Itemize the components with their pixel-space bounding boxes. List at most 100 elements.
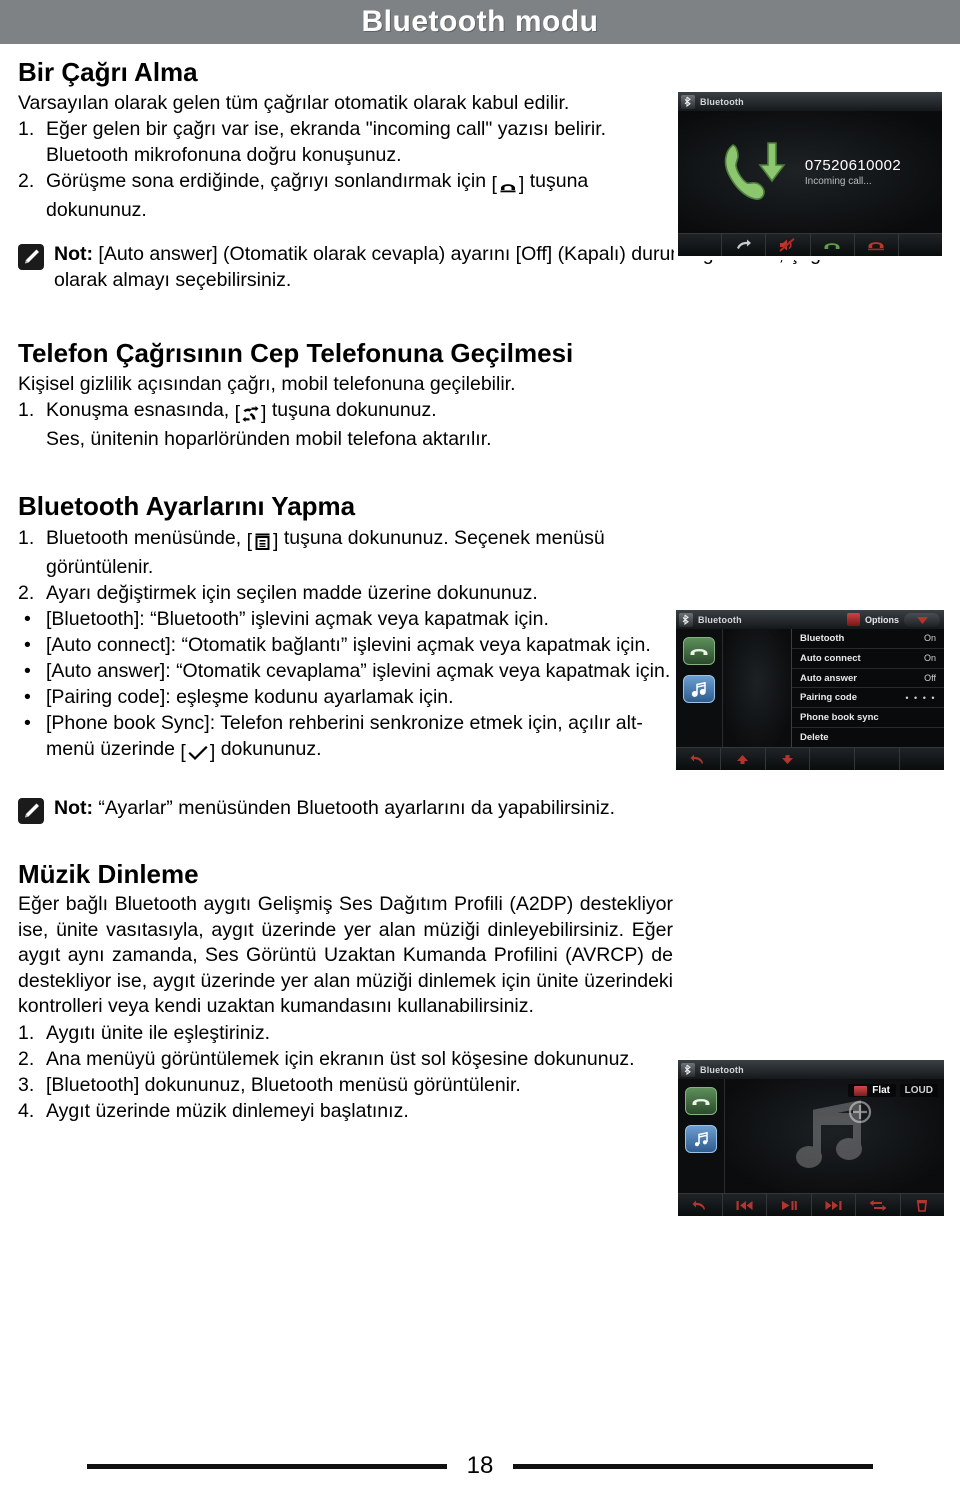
incoming-call-bottom-bar [678,233,942,256]
incoming-call-main: 07520610002 Incoming call... [678,111,942,233]
page-footer: 18 [0,1452,960,1480]
phone-icon[interactable] [683,637,715,665]
step-marker: 1. [18,399,35,422]
step-marker: 1. [18,526,35,549]
equalizer-chip[interactable]: Flat [848,1084,896,1097]
bottom-cell-empty [855,748,901,770]
back-icon[interactable] [678,1194,723,1216]
screen-sidebar [676,629,723,747]
transfer-call-intro: Kişisel gizlilik açısından çağrı, mobil … [18,372,516,395]
transfer-call-step-1-continued: Ses, ünitenin hoparlöründen mobil telefo… [18,426,673,452]
screenshot-incoming-call: Bluetooth 07520610002 Incoming call... [674,88,946,260]
option-label: Pairing code [800,692,858,704]
footer-rule-right [513,1463,873,1469]
heading-music: Müzik Dinleme [18,858,199,889]
device-screen-options: Bluetooth Options Bluetooth On Auto conn… [676,610,944,770]
step-text: Eğer gelen bir çağrı var ise, ekranda "i… [46,118,607,167]
option-row-phone-book-sync[interactable]: Phone book sync [792,708,944,729]
bluetooth-icon [679,612,693,627]
option-value: On [923,633,936,644]
heading-transfer-call: Telefon Çağrısının Cep Telefonuna Geçilm… [18,338,574,369]
bullet-marker: • [24,607,31,630]
inline-icon-wrapper: [] [234,402,267,425]
option-value: • • • • [905,692,936,703]
options-list: Bluetooth On Auto connect On Auto answer… [791,629,944,747]
section-music: Müzik Dinleme Eğer bağlı Bluetooth aygıt… [18,860,673,1124]
heading-bluetooth-settings: Bluetooth Ayarlarını Yapma [18,491,356,522]
page-header-band: Bluetooth modu [0,0,960,44]
bullet-text: [Pairing code]: eşleşme kodunu ayarlamak… [46,685,454,708]
screenshot-options-menu: Bluetooth Options Bluetooth On Auto conn… [672,606,948,774]
screen-title: Bluetooth [700,1064,744,1075]
note-block-2: Not: “Ayarlar” menüsünden Bluetooth ayar… [18,795,948,824]
screen-title: Bluetooth [698,614,742,625]
screenshot-music-player: Bluetooth Flat LOUD [674,1056,948,1220]
bullet-marker: • [24,633,31,656]
music-step-3: 3. [Bluetooth] dokununuz, Bluetooth menü… [18,1072,673,1098]
option-label: Auto connect [800,652,861,664]
play-pause-icon[interactable] [767,1194,812,1216]
step-text: Ayarı değiştirmek için seçilen madde üze… [46,581,538,604]
bt-settings-bullet-phone-book-sync: • [Phone book Sync]: Telefon rehberini s… [18,710,673,765]
next-track-icon[interactable] [812,1194,856,1216]
transfer-icon[interactable] [722,234,767,256]
options-main: Bluetooth On Auto connect On Auto answer… [676,629,944,747]
music-note-icon[interactable] [685,1125,717,1153]
bluetooth-icon [681,1062,695,1077]
music-main: Flat LOUD [678,1079,944,1193]
option-row-delete[interactable]: Delete [792,728,944,747]
phone-icon[interactable] [685,1087,717,1115]
answer-call-icon[interactable] [811,234,855,256]
back-icon[interactable] [676,748,721,770]
bt-settings-bullet-auto-connect: • [Auto connect]: “Otomatik bağlantı” iş… [18,632,673,658]
step-marker: 2. [18,581,35,604]
music-note-icon[interactable] [683,675,715,703]
step-text: Görüşme sona erdiğinde, çağrıyı sonlandı… [46,168,673,223]
option-row-auto-connect[interactable]: Auto connect On [792,649,944,669]
bt-settings-step-1: 1. Bluetooth menüsünde, [] tuşuna dokunu… [18,525,673,580]
receiving-call-step-2: 2. Görüşme sona erdiğinde, çağrıyı sonla… [18,168,673,223]
step-marker: 3. [18,1073,35,1096]
equalizer-label: Flat [872,1085,890,1096]
checkmark-icon [188,745,208,760]
option-row-auto-answer[interactable]: Auto answer Off [792,669,944,689]
delete-icon[interactable] [901,1194,945,1216]
bullet-marker: • [24,659,31,682]
down-icon[interactable] [766,748,811,770]
receiving-call-intro: Varsayılan olarak gelen tüm çağrılar oto… [18,91,570,114]
note-text-2: Not: “Ayarlar” menüsünden Bluetooth ayar… [54,795,948,821]
incoming-call-info: 07520610002 Incoming call... [805,157,901,187]
bullet-text: [Auto connect]: “Otomatik bağlantı” işle… [46,633,651,656]
transfer-call-step-1: 1. Konuşma esnasında, [] tuşuna dokununu… [18,397,673,426]
bt-settings-bullet-bluetooth: • [Bluetooth]: “Bluetooth” işlevini açma… [18,606,673,632]
option-value: On [923,653,936,664]
bottom-cell-empty [810,748,856,770]
inline-icon-wrapper: [] [246,529,279,552]
equalizer-icon [854,1085,868,1096]
option-row-bluetooth[interactable]: Bluetooth On [792,629,944,649]
option-row-pairing-code[interactable]: Pairing code • • • • [792,688,944,709]
music-step-4: 4. Aygıt üzerinde müzik dinlemeyi başlat… [18,1098,673,1124]
note-label: Not: [54,796,93,819]
previous-track-icon[interactable] [723,1194,767,1216]
up-icon[interactable] [721,748,766,770]
options-content-area [723,629,791,747]
bullet-text: [Bluetooth]: “Bluetooth” işlevini açmak … [46,607,549,630]
step-text: Aygıtı ünite ile eşleştiriniz. [46,1021,270,1044]
mute-icon[interactable] [766,234,811,256]
step-text-before: Bluetooth menüsünde, [46,526,242,549]
pencil-note-icon [18,244,44,271]
end-call-icon[interactable] [855,234,899,256]
music-intro: Eğer bağlı Bluetooth aygıtı Gelişmiş Ses… [18,893,673,1018]
repeat-icon[interactable] [856,1194,901,1216]
step-text: Konuşma esnasında, [] tuşuna dokununuz. [46,397,673,426]
step-marker: 4. [18,1099,35,1122]
music-step-1: 1. Aygıtı ünite ile eşleştiriniz. [18,1020,673,1046]
option-label: Auto answer [800,672,858,684]
step-text: Ses, ünitenin hoparlöründen mobil telefo… [46,428,492,451]
option-label: Phone book sync [800,712,879,724]
section-receiving-call: Bir Çağrı Alma Varsayılan olarak gelen t… [18,58,673,223]
section-transfer-call: Telefon Çağrısının Cep Telefonuna Geçilm… [18,339,673,452]
close-options-button[interactable] [904,612,940,627]
call-status: Incoming call... [804,176,872,187]
